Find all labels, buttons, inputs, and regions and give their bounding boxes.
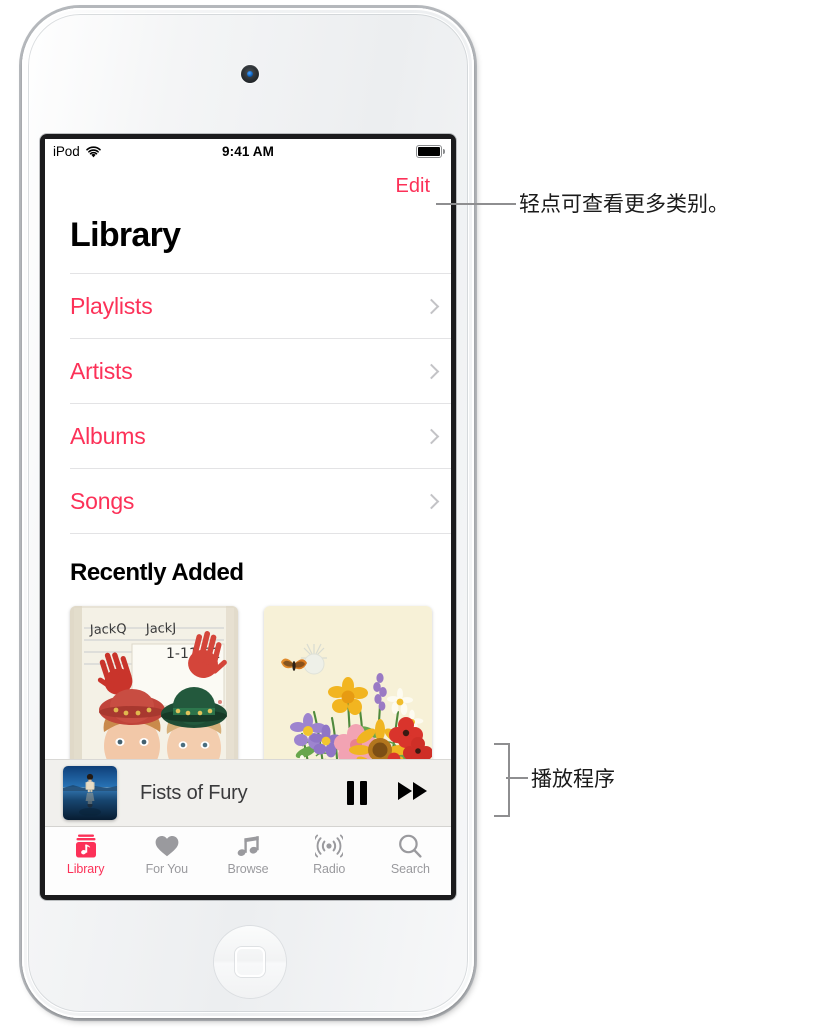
music-note-icon [235, 832, 261, 859]
battery-full-icon [416, 145, 445, 158]
list-item-label: Songs [70, 487, 135, 514]
callout-bracket-miniplayer [494, 743, 510, 817]
radio-broadcast-icon [315, 832, 344, 859]
battery-fill [418, 147, 440, 156]
home-button[interactable] [214, 926, 286, 998]
edit-button[interactable]: Edit [396, 176, 430, 196]
status-bar: iPod 9:41 AM [45, 139, 451, 164]
callout-text-edit: 轻点可查看更多类别。 [519, 192, 729, 216]
library-stack-icon [73, 832, 99, 859]
tab-label: Radio [313, 862, 346, 876]
svg-text:JackQ: JackQ [89, 622, 127, 638]
library-scroll-view[interactable]: Edit Library Playlists Artists Albums So… [45, 164, 451, 759]
list-item-label: Albums [70, 422, 146, 449]
tab-library[interactable]: Library [45, 832, 126, 876]
status-bar-right [416, 145, 445, 158]
fast-forward-icon[interactable] [397, 780, 429, 807]
section-heading-recently-added: Recently Added [70, 559, 244, 586]
recently-added-row: JackQ JackJ 1-11-02 [45, 587, 451, 759]
tab-label: Library [66, 862, 105, 876]
pause-icon[interactable] [347, 781, 367, 805]
now-playing-artwork[interactable] [63, 766, 117, 820]
sidebar-item-albums[interactable]: Albums [70, 403, 451, 468]
album-art-wildflowers[interactable] [264, 606, 432, 759]
clock-label: 9:41 AM [222, 144, 274, 159]
tab-browse[interactable]: Browse [207, 832, 288, 876]
library-category-list: Playlists Artists Albums Songs [45, 273, 451, 534]
list-item-label: Artists [70, 357, 133, 384]
home-square-icon [235, 947, 265, 977]
device-frame: iPod 9:41 AM Edit Library Playlists Arti… [22, 8, 474, 1018]
sidebar-item-songs[interactable]: Songs [70, 468, 451, 534]
tab-for-you[interactable]: For You [126, 832, 207, 876]
album-art-handprints[interactable]: JackQ JackJ 1-11-02 [70, 606, 238, 759]
sidebar-item-artists[interactable]: Artists [70, 338, 451, 403]
screen: iPod 9:41 AM Edit Library Playlists Arti… [45, 139, 451, 895]
heart-icon [154, 832, 180, 859]
page-title: Library [70, 216, 181, 254]
tab-search[interactable]: Search [370, 832, 451, 876]
mini-player[interactable]: Fists of Fury [45, 759, 451, 827]
callout-leader-line-miniplayer [506, 777, 528, 779]
search-icon [397, 832, 423, 859]
tab-label: Browse [227, 862, 269, 876]
chevron-right-icon [423, 493, 440, 509]
svg-text:JackJ: JackJ [145, 621, 177, 637]
tab-bar: Library For You Browse Radio Search [45, 827, 451, 895]
screen-bezel: iPod 9:41 AM Edit Library Playlists Arti… [40, 134, 456, 900]
nav-bar: Edit [45, 164, 451, 196]
chevron-right-icon [423, 363, 440, 379]
now-playing-title: Fists of Fury [140, 781, 248, 804]
callout-leader-line-edit [436, 203, 516, 205]
tab-label: Search [390, 862, 430, 876]
front-camera-icon [241, 65, 259, 83]
chevron-right-icon [423, 298, 440, 314]
mini-player-controls [347, 780, 429, 807]
list-item-label: Playlists [70, 292, 153, 319]
chevron-right-icon [423, 428, 440, 444]
tab-radio[interactable]: Radio [289, 832, 370, 876]
callout-text-miniplayer: 播放程序 [531, 767, 615, 791]
tab-label: For You [145, 862, 189, 876]
sidebar-item-playlists[interactable]: Playlists [70, 273, 451, 338]
